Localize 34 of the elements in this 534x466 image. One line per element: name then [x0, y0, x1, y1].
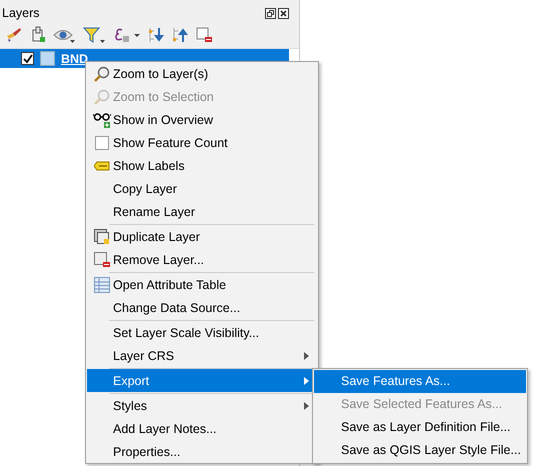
- menu-item[interactable]: Show Labels: [87, 154, 317, 177]
- brush-icon[interactable]: [5, 26, 23, 44]
- menu-item[interactable]: Set Layer Scale Visibility...: [87, 321, 317, 344]
- checkbox[interactable]: [95, 136, 109, 150]
- close-icon[interactable]: [278, 8, 289, 18]
- menu-item[interactable]: Duplicate Layer: [87, 225, 317, 248]
- menu-item[interactable]: Layer CRS: [87, 344, 317, 367]
- menu-item[interactable]: Open Attribute Table: [87, 273, 317, 296]
- menu-item[interactable]: Rename Layer: [87, 200, 317, 223]
- menu-item[interactable]: Save as Layer Definition File...: [314, 416, 526, 439]
- glasses-icon: [93, 112, 111, 128]
- magnifier-icon: [94, 88, 110, 104]
- menu-item[interactable]: Copy Layer: [87, 177, 317, 200]
- menu-item[interactable]: Remove Layer...: [87, 248, 317, 271]
- menu-item[interactable]: Save as QGIS Layer Style File...: [314, 439, 526, 462]
- table-icon: [94, 276, 110, 292]
- magnifier-icon: [94, 66, 110, 82]
- menu-item[interactable]: Show in Overview: [87, 108, 317, 131]
- filter-icon[interactable]: [83, 26, 107, 44]
- menu-item[interactable]: Change Data Source...: [87, 296, 317, 319]
- expand-all-icon[interactable]: [147, 26, 165, 44]
- label-icon: [94, 160, 110, 170]
- remove-layer-icon[interactable]: [195, 26, 213, 44]
- float-icon[interactable]: [265, 8, 276, 18]
- remove-layer-icon: [94, 252, 110, 268]
- layer-checkbox[interactable]: [21, 52, 34, 65]
- expression-icon[interactable]: [113, 26, 141, 44]
- menu-item[interactable]: Save Features As...: [314, 370, 526, 393]
- layer-name: BND: [61, 52, 88, 66]
- menu-item[interactable]: Show Feature Count: [87, 131, 317, 154]
- duplicate-icon: [94, 228, 110, 244]
- collapse-all-icon[interactable]: [171, 26, 189, 44]
- panel-title: Layers: [2, 6, 40, 20]
- layer-symbol-icon: [40, 51, 55, 66]
